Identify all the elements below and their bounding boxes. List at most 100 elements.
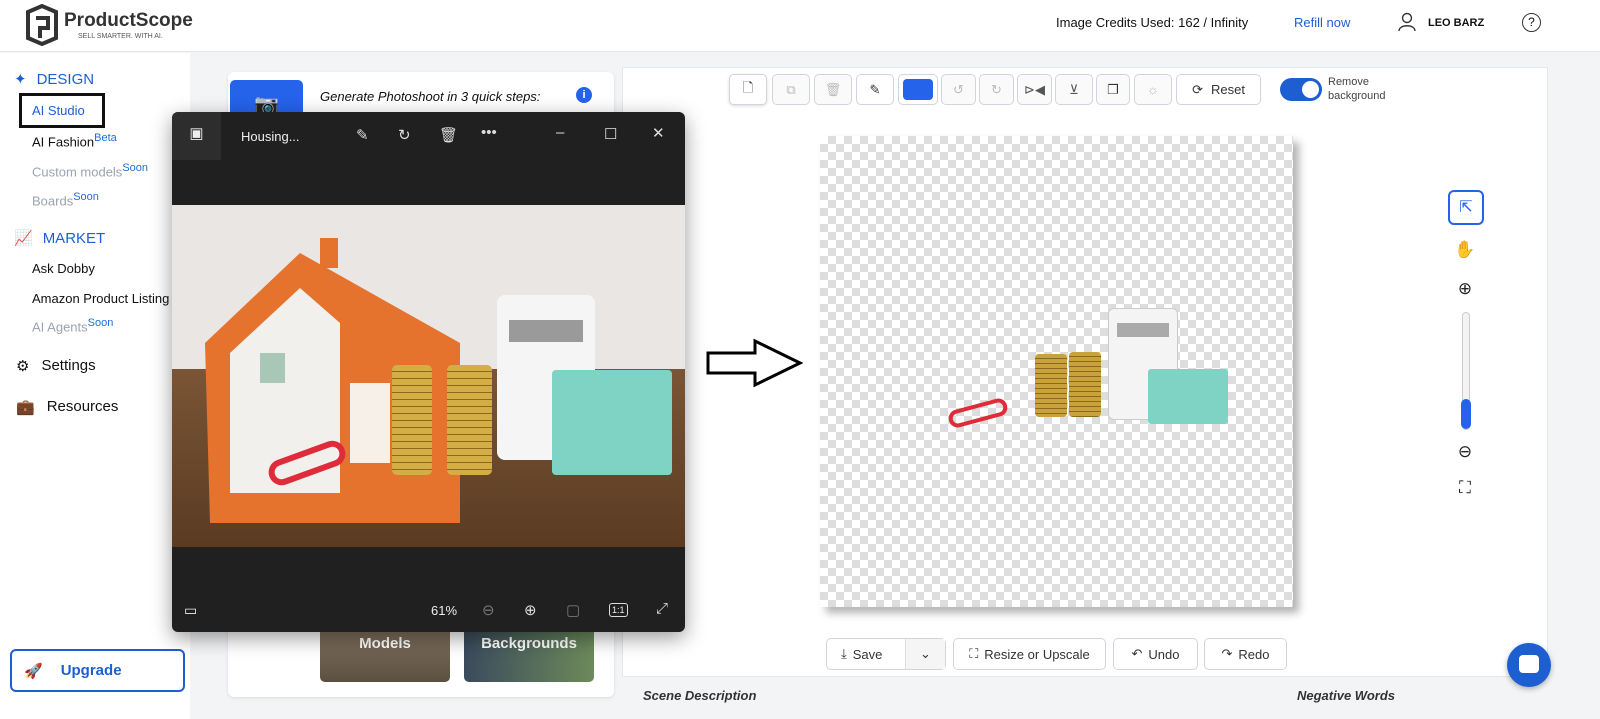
- cursor-click-icon: ⇱: [1459, 199, 1473, 216]
- tile-label: Backgrounds: [481, 635, 577, 652]
- toggle-knob: [1302, 81, 1319, 98]
- actual-size-button[interactable]: 1:1: [609, 603, 628, 617]
- rocket-icon: 🚀: [24, 662, 43, 680]
- sidebar: ✦ DESIGN AI Studio AI FashionBeta Custom …: [0, 53, 190, 719]
- sidebar-item-ask-dobby[interactable]: Ask Dobby: [32, 261, 95, 276]
- shadow-button[interactable]: ❐: [1096, 74, 1130, 105]
- focus-frame-icon: ⛶: [1459, 478, 1471, 497]
- question-circle-icon[interactable]: ?: [1522, 13, 1541, 32]
- upgrade-label: Upgrade: [60, 662, 122, 679]
- sidebar-item-amazon-listing[interactable]: Amazon Product Listing: [32, 291, 190, 306]
- flip-vertical-button[interactable]: ⊻: [1055, 74, 1093, 105]
- filmstrip-icon[interactable]: ▭: [184, 602, 197, 619]
- zoom-out-icon[interactable]: ⊖: [482, 601, 495, 619]
- section-market[interactable]: 📈 MARKET: [14, 229, 105, 248]
- refresh-icon: ⟳: [1192, 81, 1203, 97]
- upgrade-button[interactable]: 🚀 Upgrade: [10, 649, 185, 692]
- section-design[interactable]: ✦ DESIGN: [14, 70, 95, 89]
- sidebar-resources[interactable]: 💼 Resources: [16, 398, 118, 416]
- hand-tool-button[interactable]: ✋: [1452, 240, 1478, 260]
- sidebar-settings[interactable]: ⚙ Settings: [16, 357, 96, 375]
- brand-name: ProductScope: [64, 10, 193, 31]
- sun-icon: ☼: [1147, 82, 1159, 97]
- delete-button[interactable]: 🗑: [814, 74, 852, 105]
- item-label: AI Fashion: [32, 134, 95, 150]
- zoom-slider[interactable]: [1461, 312, 1471, 430]
- user-icon: [1398, 12, 1416, 32]
- expand-icon: ⛶: [969, 646, 979, 661]
- gallery-icon[interactable]: ▣: [172, 112, 221, 160]
- item-label: Boards: [32, 193, 74, 209]
- negative-words-label: Negative Words: [1297, 688, 1396, 703]
- pencil-icon: ✎: [869, 81, 881, 97]
- scene-description-label: Scene Description: [643, 688, 757, 703]
- briefcase-icon: 💼: [16, 399, 35, 416]
- zoom-in-button[interactable]: ⊕: [1452, 279, 1478, 299]
- zoom-out-icon: ⊖: [1457, 442, 1473, 461]
- resize-upscale-button[interactable]: ⛶ Resize or Upscale: [953, 638, 1106, 670]
- select-tool-button[interactable]: ⇱: [1448, 190, 1484, 225]
- more-icon[interactable]: •••: [481, 124, 497, 141]
- rotate-icon[interactable]: ↻: [398, 126, 411, 144]
- edit-image-icon[interactable]: ✎: [356, 126, 369, 144]
- undo-label: Undo: [1148, 646, 1180, 662]
- duplicate-button[interactable]: ⧉: [772, 74, 810, 105]
- zoom-in-icon[interactable]: ⊕: [524, 601, 537, 619]
- photo: [172, 205, 685, 547]
- zoom-in-icon: ⊕: [1457, 279, 1473, 298]
- sidebar-item-ai-studio[interactable]: AI Studio: [32, 103, 85, 118]
- logo[interactable]: ProductScope SELL SMARTER. WITH AI.: [22, 4, 202, 46]
- flip-vertical-icon: ⊻: [1069, 81, 1079, 97]
- coins: [1069, 352, 1101, 417]
- redo-label: Redo: [1238, 646, 1270, 662]
- chat-button[interactable]: [1507, 643, 1551, 687]
- soon-badge: Soon: [122, 162, 149, 174]
- logo-mark-icon: [26, 4, 58, 46]
- zoom-out-button[interactable]: ⊖: [1452, 442, 1478, 462]
- brightness-button[interactable]: ☼: [1134, 74, 1172, 105]
- item-label: AI Agents: [32, 319, 88, 335]
- chat-bubble-icon: [1519, 655, 1539, 673]
- minimize-icon[interactable]: –: [556, 124, 564, 141]
- refill-link[interactable]: Refill now: [1294, 15, 1350, 30]
- card-title: Generate Photoshoot in 3 quick steps:: [320, 89, 541, 104]
- user-name[interactable]: LEO BARZ: [1428, 17, 1484, 29]
- rotate-left-icon: ↺: [953, 81, 964, 97]
- soon-badge: Soon: [87, 317, 114, 329]
- trash-icon[interactable]: 🗑: [439, 126, 458, 144]
- fit-screen-button[interactable]: ⛶: [1452, 478, 1478, 498]
- remove-background-toggle[interactable]: [1280, 78, 1322, 101]
- sidebar-item-ai-fashion[interactable]: AI FashionBeta: [32, 132, 117, 149]
- add-file-button[interactable]: 🗋: [729, 74, 767, 105]
- dice: [1148, 369, 1228, 424]
- rotate-left-button[interactable]: ↺: [941, 74, 976, 105]
- credits-text: Image Credits Used: 162 / Infinity: [1056, 15, 1249, 30]
- section-label: DESIGN: [36, 70, 95, 88]
- rotate-right-button[interactable]: ↻: [979, 74, 1014, 105]
- item-label: Settings: [41, 357, 96, 374]
- tile-label: Models: [359, 635, 411, 652]
- fit-icon[interactable]: ▢: [566, 601, 580, 619]
- fullscreen-icon[interactable]: ⤢: [656, 600, 668, 617]
- redo-button[interactable]: ↷ Redo: [1204, 638, 1287, 670]
- flip-horizontal-button[interactable]: ⊳◀: [1017, 74, 1052, 105]
- sidebar-item-boards: BoardsSoon: [32, 191, 99, 208]
- beta-badge: Beta: [94, 132, 117, 144]
- save-button[interactable]: ⤓ Save ⌄: [826, 638, 946, 670]
- item-label: Custom models: [32, 164, 123, 180]
- viewer-title: Housing...: [241, 129, 300, 144]
- info-icon[interactable]: i: [576, 87, 592, 103]
- edit-button[interactable]: ✎: [856, 74, 894, 105]
- header: ProductScope SELL SMARTER. WITH AI. Imag…: [0, 0, 1600, 52]
- undo-button[interactable]: ↶ Undo: [1113, 638, 1198, 670]
- transparent-canvas[interactable]: [820, 136, 1293, 607]
- save-dropdown[interactable]: ⌄: [905, 639, 945, 669]
- sparkle-icon: ✦: [14, 71, 27, 88]
- reset-button[interactable]: ⟳ Reset: [1176, 74, 1261, 105]
- slider-handle[interactable]: [1461, 399, 1471, 429]
- color-picker[interactable]: [898, 74, 938, 105]
- trash-icon: 🗑: [824, 81, 842, 97]
- close-icon[interactable]: ✕: [652, 124, 665, 142]
- redo-icon: ↷: [1221, 646, 1233, 661]
- maximize-icon[interactable]: ☐: [604, 125, 617, 143]
